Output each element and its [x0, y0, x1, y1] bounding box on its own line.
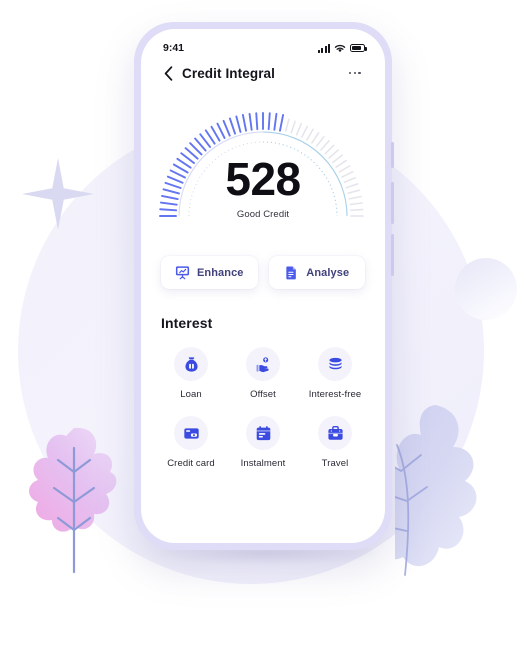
- status-icon-group: [318, 43, 367, 53]
- app-header: Credit Integral: [141, 56, 385, 88]
- interest-item-label: Travel: [321, 458, 349, 469]
- interest-item-label: Interest-free: [308, 389, 362, 400]
- chevron-left-icon: [164, 65, 172, 81]
- interest-category-grid: Loan Offset Interest-free Credit card In…: [141, 331, 385, 469]
- document-text-icon: [286, 266, 297, 280]
- more-options-button[interactable]: [345, 68, 365, 79]
- phone-volume-up-button: [391, 182, 394, 224]
- wifi-icon: [334, 44, 346, 52]
- credit-score-gauge: 528 Good Credit: [141, 94, 385, 246]
- interest-item-offset[interactable]: Offset: [227, 347, 299, 400]
- analyse-button-label: Analyse: [306, 266, 350, 279]
- background-circle-decoration: [455, 258, 517, 320]
- analyse-button[interactable]: Analyse: [268, 256, 365, 289]
- coin-stack-icon: [328, 357, 342, 369]
- credit-card-icon-circle: [174, 416, 208, 450]
- status-time: 9:41: [163, 42, 185, 54]
- interest-item-credit-card[interactable]: Credit card: [155, 416, 227, 469]
- phone-volume-down-button: [391, 234, 394, 276]
- money-bag-icon: [184, 356, 198, 372]
- receipt-calendar-icon: [256, 425, 270, 440]
- phone-mute-button: [391, 142, 394, 168]
- briefcase-icon: [327, 425, 343, 440]
- interest-item-loan[interactable]: Loan: [155, 347, 227, 400]
- credit-card-icon: [183, 427, 199, 439]
- enhance-button-label: Enhance: [196, 266, 244, 279]
- action-button-row: Enhance Analyse: [141, 246, 385, 289]
- phone-screen: 9:41 Credit Integral 528 Good Credit Enh…: [141, 29, 385, 543]
- plant-leaf-right-decoration: [395, 405, 477, 576]
- presentation-chart-icon: [175, 266, 190, 280]
- interest-item-label: Offset: [250, 389, 276, 400]
- cellular-bars-icon: [318, 43, 330, 53]
- enhance-button[interactable]: Enhance: [161, 256, 258, 289]
- interest-item-instalment[interactable]: Instalment: [227, 416, 299, 469]
- credit-score-value: 528: [225, 153, 301, 205]
- interest-free-icon-circle: [318, 347, 352, 381]
- hand-coin-icon: [256, 356, 269, 372]
- interest-item-label: Loan: [180, 389, 202, 400]
- phone-mockup: 9:41 Credit Integral 528 Good Credit Enh…: [134, 22, 394, 550]
- interest-item-interest-free[interactable]: Interest-free: [299, 347, 371, 400]
- screenshot-canvas: 9:41 Credit Integral 528 Good Credit Enh…: [0, 0, 524, 645]
- page-title: Credit Integral: [182, 65, 276, 81]
- travel-icon-circle: [318, 416, 352, 450]
- interest-section-title: Interest: [161, 315, 213, 331]
- credit-score-label: Good Credit: [236, 209, 290, 220]
- offset-icon-circle: [246, 347, 280, 381]
- interest-item-label: Instalment: [240, 458, 286, 469]
- instalment-icon-circle: [246, 416, 280, 450]
- loan-icon-circle: [174, 347, 208, 381]
- gauge-readout: 528 Good Credit: [141, 156, 385, 220]
- plant-leaf-left-decoration: [29, 427, 117, 574]
- interest-item-travel[interactable]: Travel: [299, 416, 371, 469]
- battery-icon: [350, 44, 367, 52]
- interest-item-label: Credit card: [167, 458, 215, 469]
- more-options-icon: [348, 71, 352, 75]
- back-button[interactable]: [159, 64, 177, 82]
- status-bar: 9:41: [141, 29, 385, 56]
